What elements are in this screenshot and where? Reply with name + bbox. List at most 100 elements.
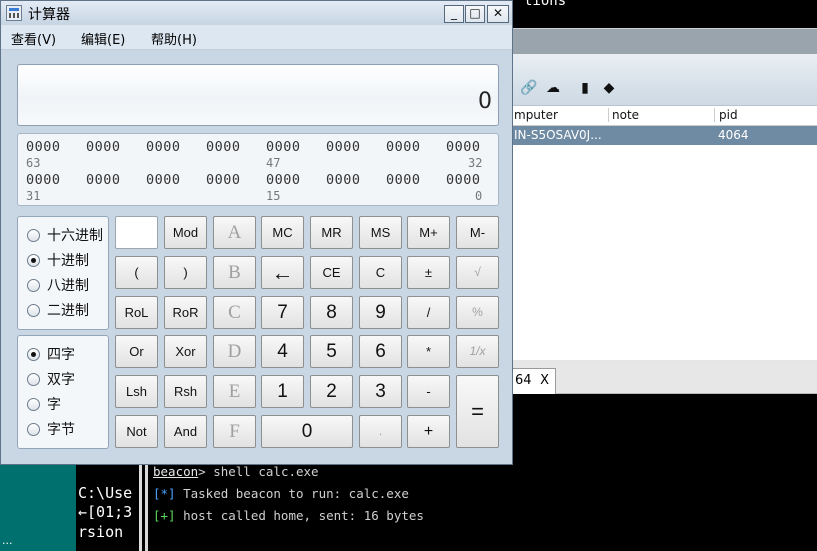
close-icon[interactable]: X <box>540 369 549 393</box>
lsh-button[interactable]: Lsh <box>115 375 158 408</box>
bit-index: 32 <box>468 156 483 170</box>
console-command: > shell calc.exe <box>198 464 319 479</box>
nine-button[interactable]: 9 <box>359 296 402 329</box>
right-paren-button[interactable]: ) <box>164 256 207 289</box>
console-line: Tasked beacon to run: calc.exe <box>175 486 409 501</box>
column-pid[interactable]: pid <box>714 108 738 122</box>
clear-button[interactable]: C <box>359 256 402 289</box>
hex-c-button[interactable]: C <box>213 296 256 329</box>
calculator-window: 计算器 _ □ ✕ 查看(V) 编辑(E) 帮助(H) 0 0000 0000 … <box>0 0 513 465</box>
five-button[interactable]: 5 <box>310 335 353 368</box>
link-icon[interactable]: 🔗 <box>520 80 538 96</box>
word-size-group: 四字 双字 字 字节 <box>17 335 109 449</box>
backspace-button[interactable]: ← <box>261 256 304 289</box>
bit-group[interactable]: 0000 <box>206 139 241 155</box>
cell-pid: 4064 <box>718 128 749 142</box>
bit-group[interactable]: 0000 <box>386 139 421 155</box>
console-tab[interactable]: 64 X <box>512 368 556 394</box>
bit-group[interactable]: 0000 <box>446 139 481 155</box>
menu-edit[interactable]: 编辑(E) <box>81 29 125 48</box>
rsh-button[interactable]: Rsh <box>164 375 207 408</box>
not-button[interactable]: Not <box>115 415 158 448</box>
hex-a-button[interactable]: A <box>213 216 256 249</box>
cube-icon[interactable]: ◆ <box>600 80 618 96</box>
bit-group[interactable]: 0000 <box>266 172 301 188</box>
minus-button[interactable]: - <box>407 375 450 408</box>
ror-button[interactable]: RoR <box>164 296 207 329</box>
result-display: 0 <box>17 64 499 126</box>
equals-button[interactable]: = <box>456 375 499 448</box>
mr-button[interactable]: MR <box>310 216 353 249</box>
percent-button[interactable]: % <box>456 296 499 329</box>
beacon-console[interactable]: beacon> shell calc.exe [*] Tasked beacon… <box>145 460 817 551</box>
one-button[interactable]: 1 <box>261 375 304 408</box>
xor-button[interactable]: Xor <box>164 335 207 368</box>
console-tab-label: 64 <box>515 373 532 388</box>
bit-group[interactable]: 0000 <box>386 172 421 188</box>
binary-bit-panel: 0000 0000 0000 0000 0000 0000 0000 0000 … <box>17 133 499 206</box>
two-button[interactable]: 2 <box>310 375 353 408</box>
plus-button[interactable]: + <box>407 415 450 448</box>
bit-group[interactable]: 0000 <box>146 172 181 188</box>
m-plus-button[interactable]: M+ <box>407 216 450 249</box>
menu-view[interactable]: 查看(V) <box>11 29 56 48</box>
mod-button[interactable]: Mod <box>164 216 207 249</box>
sqrt-button[interactable]: √ <box>456 256 499 289</box>
reciprocal-button[interactable]: 1/x <box>456 335 499 368</box>
blank-key <box>115 216 158 249</box>
three-button[interactable]: 3 <box>359 375 402 408</box>
cloud-icon[interactable]: ☁ <box>544 80 562 96</box>
ms-button[interactable]: MS <box>359 216 402 249</box>
bit-group[interactable]: 0000 <box>86 172 121 188</box>
success-tag: [+] <box>153 508 176 523</box>
ce-button[interactable]: CE <box>310 256 353 289</box>
hex-e-button[interactable]: E <box>213 375 256 408</box>
info-tag: [*] <box>153 486 176 501</box>
m-minus-button[interactable]: M- <box>456 216 499 249</box>
background-window-teal: ... <box>0 465 76 551</box>
title-bar[interactable]: 计算器 _ □ ✕ <box>1 1 512 25</box>
plus-minus-button[interactable]: ± <box>407 256 450 289</box>
bit-index: 0 <box>475 189 483 203</box>
bit-group[interactable]: 0000 <box>146 139 181 155</box>
bit-index: 47 <box>266 156 281 170</box>
table-row[interactable]: IN-S5OSAV0J... 4064 <box>512 126 817 145</box>
column-computer[interactable]: mputer <box>514 108 558 122</box>
maximize-button[interactable]: □ <box>465 5 485 23</box>
bit-group[interactable]: 0000 <box>326 172 361 188</box>
column-note[interactable]: note <box>608 108 639 122</box>
or-button[interactable]: Or <box>115 335 158 368</box>
bit-group[interactable]: 0000 <box>266 139 301 155</box>
eight-button[interactable]: 8 <box>310 296 353 329</box>
decimal-button[interactable]: . <box>359 415 402 448</box>
book-icon[interactable]: ▮ <box>576 80 594 96</box>
and-button[interactable]: And <box>164 415 207 448</box>
mc-button[interactable]: MC <box>261 216 304 249</box>
bit-group[interactable]: 0000 <box>86 139 121 155</box>
four-button[interactable]: 4 <box>261 335 304 368</box>
rol-button[interactable]: RoL <box>115 296 158 329</box>
left-paren-button[interactable]: ( <box>115 256 158 289</box>
six-button[interactable]: 6 <box>359 335 402 368</box>
divide-button[interactable]: / <box>407 296 450 329</box>
background-toolbar: 🔗 ☁ ▮ ◆ <box>512 54 817 106</box>
console-tab-bar: 64 X <box>512 366 817 394</box>
bit-group[interactable]: 0000 <box>26 139 61 155</box>
display-value: 0 <box>478 89 492 114</box>
bit-group[interactable]: 0000 <box>446 172 481 188</box>
window-title: 计算器 <box>28 7 70 23</box>
hex-b-button[interactable]: B <box>213 256 256 289</box>
hex-d-button[interactable]: D <box>213 335 256 368</box>
multiply-button[interactable]: * <box>407 335 450 368</box>
table-empty-area <box>512 145 817 360</box>
menu-help[interactable]: 帮助(H) <box>151 29 197 48</box>
bit-group[interactable]: 0000 <box>206 172 241 188</box>
hex-f-button[interactable]: F <box>213 415 256 448</box>
bit-group[interactable]: 0000 <box>26 172 61 188</box>
minimize-button[interactable]: _ <box>444 5 464 23</box>
bit-group[interactable]: 0000 <box>326 139 361 155</box>
bit-index: 15 <box>266 189 281 203</box>
seven-button[interactable]: 7 <box>261 296 304 329</box>
zero-button[interactable]: 0 <box>261 415 353 448</box>
close-button[interactable]: ✕ <box>487 5 509 23</box>
